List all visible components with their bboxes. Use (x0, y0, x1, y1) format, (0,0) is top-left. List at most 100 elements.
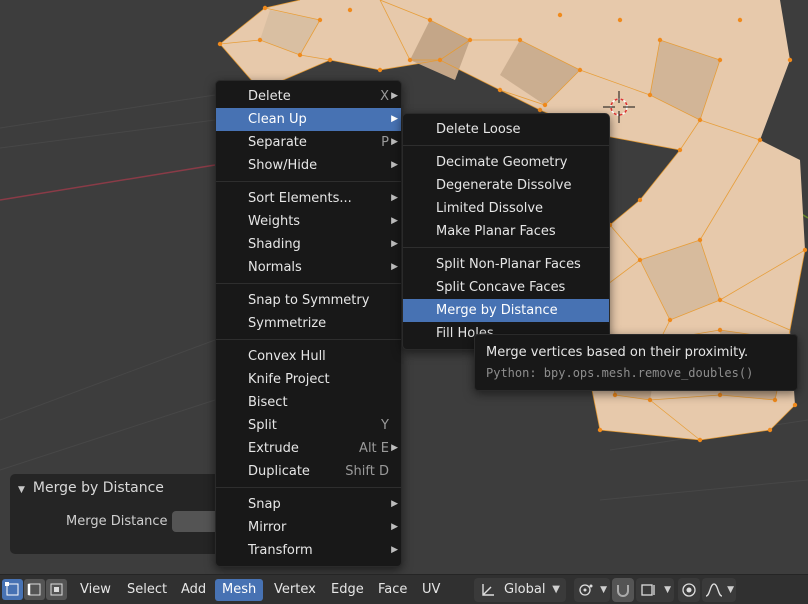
header-menu-add[interactable]: Add (181, 579, 206, 601)
pivot-point-icon (579, 584, 593, 596)
menu-separator (216, 339, 401, 340)
menu-item-knife-project[interactable]: Knife Project (216, 368, 401, 391)
menu-item-label: Duplicate (248, 464, 310, 479)
menu-item-convex-hull[interactable]: Convex Hull (216, 345, 401, 368)
menu-item-label: Mirror (248, 520, 287, 535)
menu-item-shading[interactable]: Shading ▶ (216, 233, 401, 256)
submenu-arrow-icon: ▶ (391, 443, 398, 453)
menu-item-show-hide[interactable]: Show/Hide ▶ (216, 154, 401, 177)
header-menu-edge[interactable]: Edge (331, 579, 364, 601)
proportional-editing-button[interactable] (678, 578, 700, 602)
chevron-down-icon: ▼ (552, 584, 560, 595)
menu-item-label: Convex Hull (248, 349, 326, 364)
menu-item-extrude[interactable]: Extrude Alt E ▶ (216, 437, 401, 460)
menu-item-sort-elements[interactable]: Sort Elements... ▶ (216, 187, 401, 210)
menu-item-make-planar-faces[interactable]: Make Planar Faces (403, 220, 609, 243)
menu-item-label: Show/Hide (248, 158, 318, 173)
submenu-arrow-icon: ▶ (391, 137, 398, 147)
snap-target-dropdown[interactable]: ▼ (636, 578, 674, 602)
menu-item-transform[interactable]: Transform ▶ (216, 539, 401, 562)
chevron-down-icon: ▼ (600, 585, 607, 595)
header-menu-vertex[interactable]: Vertex (274, 579, 316, 601)
menu-item-mirror[interactable]: Mirror ▶ (216, 516, 401, 539)
menu-item-label: Snap to Symmetry (248, 293, 370, 308)
edge-select-mode-button[interactable] (24, 579, 45, 600)
menu-item-label: Normals (248, 260, 302, 275)
menu-item-label: Make Planar Faces (436, 224, 556, 239)
menu-item-merge-by-distance[interactable]: Merge by Distance (403, 299, 609, 322)
menu-item-delete-loose[interactable]: Delete Loose (403, 118, 609, 141)
menu-item-label: Sort Elements... (248, 191, 352, 206)
clean-up-submenu: Delete Loose Decimate Geometry Degenerat… (402, 113, 610, 350)
shortcut-label: Alt E (359, 441, 389, 456)
tooltip-description: Merge vertices based on their proximity. (486, 345, 749, 360)
menu-item-label: Weights (248, 214, 301, 229)
menu-item-delete[interactable]: Delete X ▶ (216, 85, 401, 108)
face-select-icon (50, 583, 63, 596)
mesh-menu: Delete X ▶ Clean Up ▶ Separate P ▶ Show/Hide ▶… (215, 80, 402, 567)
edge-select-icon (27, 583, 41, 596)
menu-separator (216, 181, 401, 182)
menu-item-bisect[interactable]: Bisect (216, 391, 401, 414)
header-menu-mesh[interactable]: Mesh (215, 579, 264, 601)
menu-item-clean-up[interactable]: Clean Up ▶ (216, 108, 401, 131)
menu-item-snap-to-symmetry[interactable]: Snap to Symmetry (216, 289, 401, 312)
submenu-arrow-icon: ▶ (391, 499, 398, 509)
menu-item-limited-dissolve[interactable]: Limited Dissolve (403, 197, 609, 220)
vertex-select-mode-button[interactable] (2, 579, 23, 600)
menu-item-label: Split Non-Planar Faces (436, 257, 581, 272)
menu-item-decimate-geometry[interactable]: Decimate Geometry (403, 151, 609, 174)
menu-item-weights[interactable]: Weights ▶ (216, 210, 401, 233)
menu-item-label: Symmetrize (248, 316, 327, 331)
shortcut-label: Y (381, 418, 389, 433)
menu-separator (216, 283, 401, 284)
panel-header[interactable]: ▼ Merge by Distance (18, 480, 164, 496)
pivot-point-dropdown[interactable]: ▼ (574, 578, 610, 602)
header-menu-uv[interactable]: UV (422, 579, 440, 601)
menu-item-label: Shading (248, 237, 301, 252)
submenu-arrow-icon: ▶ (391, 114, 398, 124)
menu-item-normals[interactable]: Normals ▶ (216, 256, 401, 279)
menu-item-label: Delete (248, 89, 291, 104)
viewport-header: View Select Add Mesh Vertex Edge Face UV… (0, 574, 808, 604)
header-menu-select[interactable]: Select (127, 579, 167, 601)
menu-separator (216, 487, 401, 488)
menu-item-snap[interactable]: Snap ▶ (216, 493, 401, 516)
menu-item-separate[interactable]: Separate P ▶ (216, 131, 401, 154)
menu-item-symmetrize[interactable]: Symmetrize (216, 312, 401, 335)
submenu-arrow-icon: ▶ (391, 239, 398, 249)
submenu-arrow-icon: ▶ (391, 193, 398, 203)
submenu-arrow-icon: ▶ (391, 262, 398, 272)
snap-toggle-button[interactable] (612, 578, 634, 602)
menu-item-label: Limited Dissolve (436, 201, 544, 216)
face-select-mode-button[interactable] (46, 579, 67, 600)
tooltip-python-path: Python: bpy.ops.mesh.remove_doubles() (486, 366, 754, 380)
menu-item-label: Split (248, 418, 277, 433)
chevron-down-icon: ▼ (727, 585, 734, 595)
header-menu-face[interactable]: Face (378, 579, 407, 601)
menu-item-split-concave-faces[interactable]: Split Concave Faces (403, 276, 609, 299)
proportional-falloff-dropdown[interactable]: ▼ (702, 578, 736, 602)
submenu-arrow-icon: ▶ (391, 160, 398, 170)
menu-item-label: Bisect (248, 395, 288, 410)
shortcut-label: Shift D (345, 464, 389, 479)
header-menu-view[interactable]: View (80, 579, 111, 601)
collapse-triangle-icon[interactable]: ▼ (18, 485, 25, 495)
menu-separator (403, 145, 609, 146)
submenu-arrow-icon: ▶ (391, 216, 398, 226)
menu-item-split[interactable]: Split Y (216, 414, 401, 437)
submenu-arrow-icon: ▶ (391, 545, 398, 555)
chevron-down-icon: ▼ (664, 585, 671, 595)
magnet-icon (617, 585, 629, 597)
menu-item-split-non-planar-faces[interactable]: Split Non-Planar Faces (403, 253, 609, 276)
menu-item-label: Degenerate Dissolve (436, 178, 572, 193)
menu-item-degenerate-dissolve[interactable]: Degenerate Dissolve (403, 174, 609, 197)
menu-item-label: Merge by Distance (436, 303, 558, 318)
menu-item-label: Separate (248, 135, 307, 150)
menu-item-label: Extrude (248, 441, 299, 456)
merge-distance-label: Merge Distance (66, 514, 168, 529)
transform-orientation-dropdown[interactable]: Global ▼ (474, 578, 566, 602)
menu-item-label: Transform (248, 543, 313, 558)
menu-item-label: Clean Up (248, 112, 307, 127)
menu-item-duplicate[interactable]: Duplicate Shift D (216, 460, 401, 483)
